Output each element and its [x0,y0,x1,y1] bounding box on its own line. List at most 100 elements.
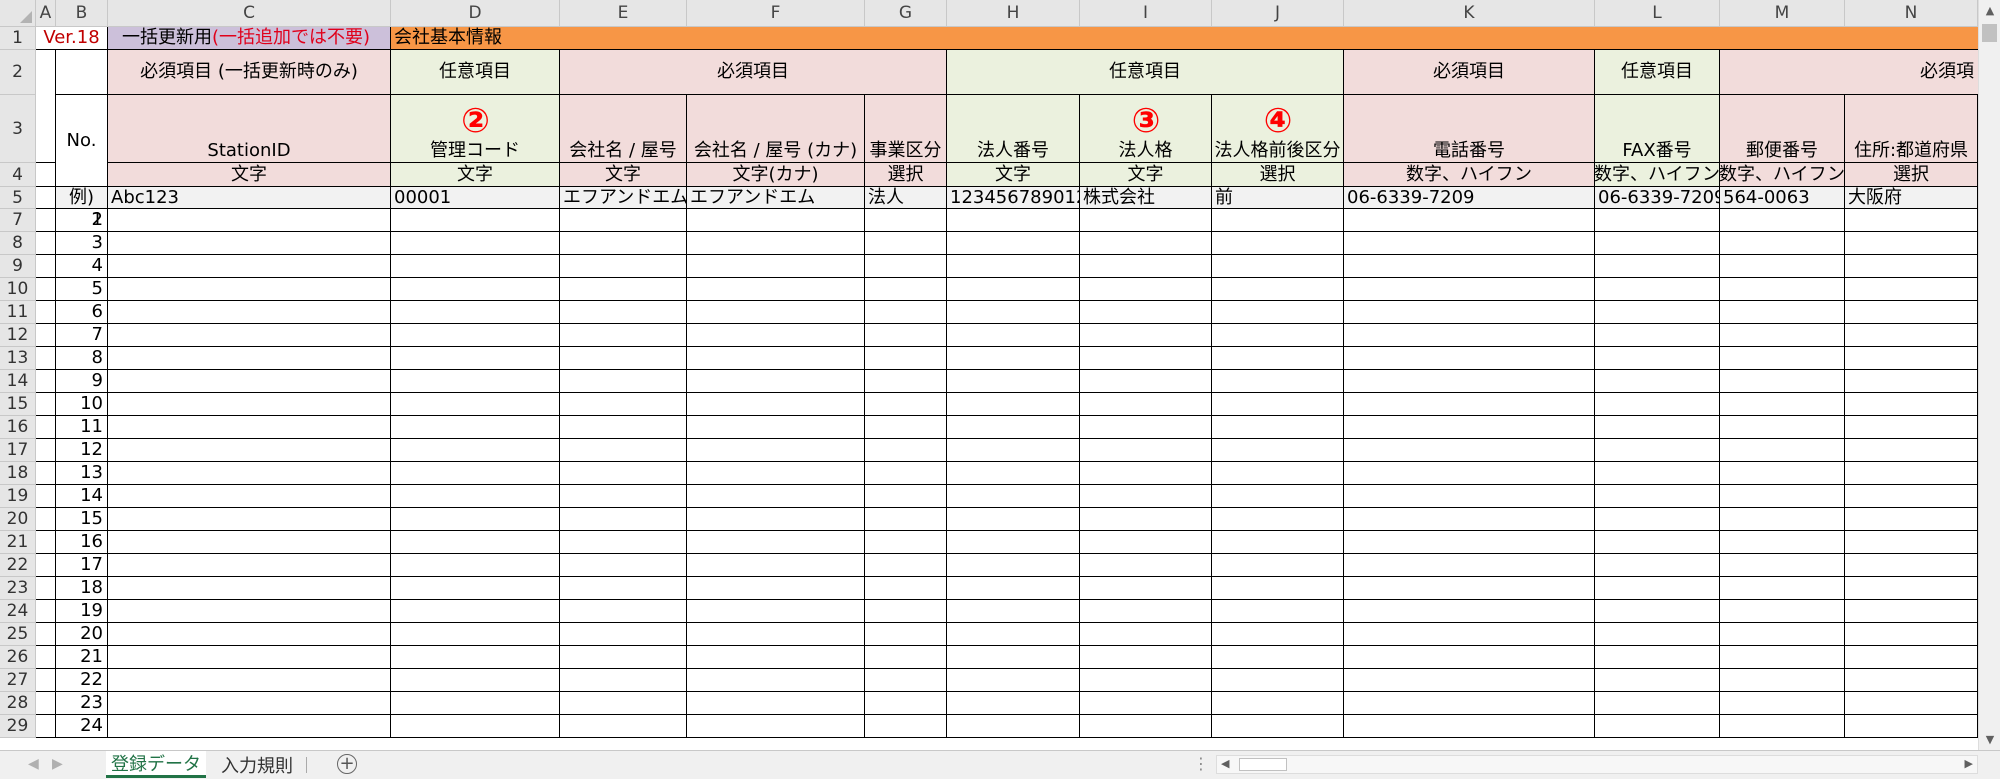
table-cell[interactable] [1845,416,1978,439]
row-number[interactable]: 5 [56,278,108,301]
table-cell[interactable] [1720,370,1845,393]
table-cell[interactable] [1212,439,1344,462]
table-cell[interactable] [865,508,947,531]
row-number[interactable]: 18 [56,577,108,600]
table-cell[interactable] [947,600,1080,623]
table-cell[interactable] [947,393,1080,416]
table-cell[interactable] [865,209,947,232]
table-cell[interactable] [1595,301,1720,324]
row-header[interactable]: 18 [0,462,36,485]
example-value[interactable]: エフアンドエム [560,187,687,209]
table-cell[interactable] [1595,255,1720,278]
table-cell[interactable] [1080,669,1212,692]
table-cell[interactable] [1344,692,1595,715]
table-cell[interactable] [1845,715,1978,738]
cell-a[interactable] [36,715,56,738]
table-cell[interactable] [560,416,687,439]
table-cell[interactable] [108,209,391,232]
table-cell[interactable] [108,508,391,531]
table-cell[interactable] [560,646,687,669]
table-cell[interactable] [391,209,560,232]
table-cell[interactable] [687,462,865,485]
table-cell[interactable] [560,255,687,278]
select-all-corner[interactable] [0,0,36,27]
row-header[interactable]: 7 [0,209,36,232]
table-cell[interactable] [1080,301,1212,324]
cell-a[interactable] [36,462,56,485]
table-cell[interactable] [108,324,391,347]
row-header[interactable]: 9 [0,255,36,278]
row-header[interactable]: 5 [0,187,36,209]
row-number[interactable]: 7 [56,324,108,347]
row-number[interactable]: 6 [56,301,108,324]
table-cell[interactable] [1212,692,1344,715]
optional-header-hij[interactable]: 任意項目 [947,50,1344,95]
example-value[interactable]: Abc123 [108,187,391,209]
row-header[interactable]: 28 [0,692,36,715]
table-cell[interactable] [391,462,560,485]
table-cell[interactable] [1595,646,1720,669]
required-header-efg[interactable]: 必須項目 [560,50,947,95]
table-cell[interactable] [108,347,391,370]
table-cell[interactable] [108,232,391,255]
table-cell[interactable] [1845,646,1978,669]
table-cell[interactable] [1344,715,1595,738]
column-header-i[interactable]: I [1080,0,1212,27]
table-cell[interactable] [865,347,947,370]
table-cell[interactable] [391,393,560,416]
table-cell[interactable] [108,370,391,393]
table-cell[interactable] [1344,577,1595,600]
table-cell[interactable] [1344,485,1595,508]
table-cell[interactable] [1845,485,1978,508]
row-header[interactable]: 3 [0,95,36,163]
table-cell[interactable] [1080,255,1212,278]
table-cell[interactable] [865,278,947,301]
table-cell[interactable] [1212,646,1344,669]
table-cell[interactable] [1080,577,1212,600]
data-type-cell[interactable]: 選択 [1845,163,1978,187]
table-cell[interactable] [865,577,947,600]
row-header[interactable]: 23 [0,577,36,600]
table-cell[interactable] [560,715,687,738]
row-header[interactable]: 15 [0,393,36,416]
table-cell[interactable] [1720,508,1845,531]
table-cell[interactable] [1595,439,1720,462]
table-cell[interactable] [687,347,865,370]
table-cell[interactable] [1595,209,1720,232]
row-header[interactable]: 17 [0,439,36,462]
table-cell[interactable] [947,370,1080,393]
fax-header[interactable]: FAX番号 [1595,95,1720,163]
table-cell[interactable] [1212,301,1344,324]
table-cell[interactable] [1344,209,1595,232]
example-value[interactable]: 1234567890123 [947,187,1080,209]
data-type-cell[interactable]: 選択 [1212,163,1344,187]
table-cell[interactable] [865,623,947,646]
table-cell[interactable] [560,600,687,623]
example-value[interactable]: 06-6339-7209 [1344,187,1595,209]
table-cell[interactable] [947,278,1080,301]
table-cell[interactable] [947,554,1080,577]
table-cell[interactable] [865,531,947,554]
table-cell[interactable] [391,416,560,439]
table-cell[interactable] [560,347,687,370]
data-type-cell[interactable]: 文字(カナ) [687,163,865,187]
no-header[interactable]: No. [56,95,108,187]
table-cell[interactable] [560,508,687,531]
table-cell[interactable] [1845,347,1978,370]
row-number[interactable]: 23 [56,692,108,715]
table-cell[interactable] [391,232,560,255]
table-cell[interactable] [1080,715,1212,738]
table-cell[interactable] [1344,439,1595,462]
prefecture-header[interactable]: 住所:都道府県 [1845,95,1978,163]
table-cell[interactable] [560,393,687,416]
table-cell[interactable] [687,232,865,255]
table-cell[interactable] [1344,462,1595,485]
table-cell[interactable] [1212,669,1344,692]
table-cell[interactable] [560,462,687,485]
table-cell[interactable] [865,485,947,508]
scroll-down-arrow-icon[interactable]: ▼ [1979,733,2000,746]
table-cell[interactable] [1720,692,1845,715]
table-cell[interactable] [1845,393,1978,416]
column-header-g[interactable]: G [865,0,947,27]
table-cell[interactable] [1720,485,1845,508]
